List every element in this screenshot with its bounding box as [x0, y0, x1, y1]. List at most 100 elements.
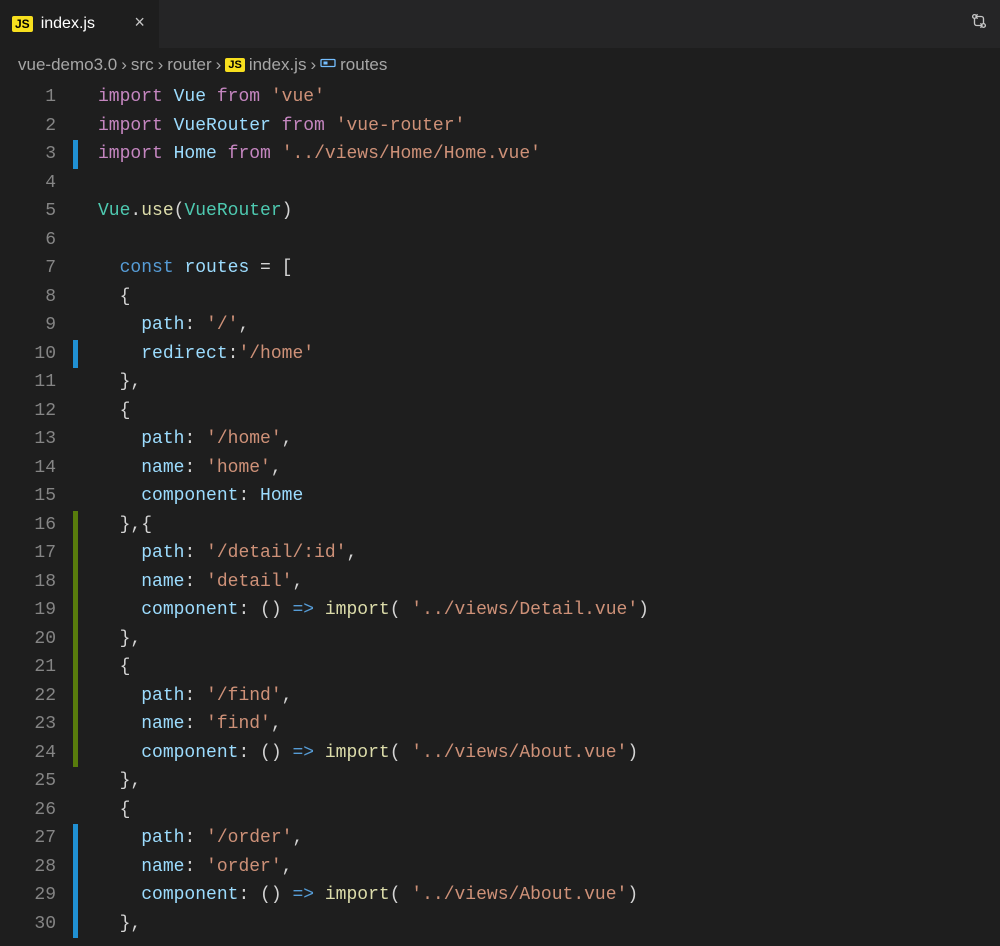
- diff-marker: [73, 340, 78, 369]
- code-line[interactable]: {: [98, 283, 1000, 312]
- line-numbers: 1234567891011121314151617181920212223242…: [0, 82, 62, 938]
- line-number: 4: [0, 169, 62, 198]
- close-icon[interactable]: ×: [134, 14, 145, 34]
- line-number: 15: [0, 482, 62, 511]
- diff-marker: [73, 796, 78, 825]
- line-number: 2: [0, 112, 62, 141]
- code-line[interactable]: const routes = [: [98, 254, 1000, 283]
- line-number: 28: [0, 853, 62, 882]
- variable-symbol-icon: [320, 55, 336, 75]
- code-line[interactable]: [98, 169, 1000, 198]
- line-number: 16: [0, 511, 62, 540]
- diff-marker: [73, 454, 78, 483]
- code-line[interactable]: },: [98, 910, 1000, 939]
- tab-bar: JS index.js ×: [0, 0, 1000, 48]
- diff-marker: [73, 682, 78, 711]
- line-number: 30: [0, 910, 62, 939]
- diff-marker: [73, 824, 78, 853]
- code-line[interactable]: component: Home: [98, 482, 1000, 511]
- line-number: 27: [0, 824, 62, 853]
- code-area[interactable]: import Vue from 'vue'import VueRouter fr…: [78, 82, 1000, 946]
- diff-markers: [73, 83, 78, 938]
- line-number: 3: [0, 140, 62, 169]
- diff-marker: [73, 254, 78, 283]
- line-number: 13: [0, 425, 62, 454]
- chevron-right-icon: ›: [216, 55, 222, 75]
- diff-marker: [73, 596, 78, 625]
- line-number: 20: [0, 625, 62, 654]
- code-line[interactable]: redirect:'/home': [98, 340, 1000, 369]
- diff-marker: [73, 739, 78, 768]
- line-number: 5: [0, 197, 62, 226]
- code-line[interactable]: component: () => import( '../views/About…: [98, 739, 1000, 768]
- code-line[interactable]: path: '/find',: [98, 682, 1000, 711]
- breadcrumb-file[interactable]: index.js: [249, 55, 307, 75]
- line-number: 19: [0, 596, 62, 625]
- code-line[interactable]: {: [98, 796, 1000, 825]
- diff-marker: [73, 83, 78, 112]
- js-file-icon: JS: [12, 16, 33, 32]
- code-line[interactable]: },: [98, 368, 1000, 397]
- diff-marker: [73, 311, 78, 340]
- line-number: 25: [0, 767, 62, 796]
- line-number: 6: [0, 226, 62, 255]
- line-number: 10: [0, 340, 62, 369]
- chevron-right-icon: ›: [310, 55, 316, 75]
- gutter: 1234567891011121314151617181920212223242…: [0, 82, 78, 946]
- diff-marker: [73, 568, 78, 597]
- breadcrumb-part[interactable]: src: [131, 55, 154, 75]
- tab-active[interactable]: JS index.js ×: [0, 0, 160, 48]
- line-number: 8: [0, 283, 62, 312]
- compare-changes-icon[interactable]: [970, 12, 988, 36]
- diff-marker: [73, 910, 78, 939]
- breadcrumb-symbol[interactable]: routes: [340, 55, 387, 75]
- breadcrumb-part[interactable]: router: [167, 55, 211, 75]
- code-line[interactable]: component: () => import( '../views/About…: [98, 881, 1000, 910]
- code-line[interactable]: path: '/home',: [98, 425, 1000, 454]
- code-line[interactable]: {: [98, 397, 1000, 426]
- line-number: 14: [0, 454, 62, 483]
- diff-marker: [73, 368, 78, 397]
- code-line[interactable]: name: 'home',: [98, 454, 1000, 483]
- diff-marker: [73, 853, 78, 882]
- diff-marker: [73, 112, 78, 141]
- breadcrumb-part[interactable]: vue-demo3.0: [18, 55, 117, 75]
- diff-marker: [73, 140, 78, 169]
- code-line[interactable]: component: () => import( '../views/Detai…: [98, 596, 1000, 625]
- breadcrumbs[interactable]: vue-demo3.0 › src › router › JS index.js…: [0, 48, 1000, 82]
- code-line[interactable]: name: 'order',: [98, 853, 1000, 882]
- diff-marker: [73, 767, 78, 796]
- diff-marker: [73, 283, 78, 312]
- code-line[interactable]: path: '/detail/:id',: [98, 539, 1000, 568]
- line-number: 18: [0, 568, 62, 597]
- diff-marker: [73, 169, 78, 198]
- code-line[interactable]: {: [98, 653, 1000, 682]
- diff-marker: [73, 197, 78, 226]
- code-line[interactable]: },: [98, 625, 1000, 654]
- code-line[interactable]: },: [98, 767, 1000, 796]
- diff-marker: [73, 653, 78, 682]
- diff-marker: [73, 226, 78, 255]
- code-line[interactable]: import VueRouter from 'vue-router': [98, 112, 1000, 141]
- line-number: 17: [0, 539, 62, 568]
- editor[interactable]: 1234567891011121314151617181920212223242…: [0, 82, 1000, 946]
- diff-marker: [73, 539, 78, 568]
- chevron-right-icon: ›: [121, 55, 127, 75]
- diff-marker: [73, 482, 78, 511]
- code-line[interactable]: path: '/order',: [98, 824, 1000, 853]
- code-line[interactable]: path: '/',: [98, 311, 1000, 340]
- line-number: 1: [0, 83, 62, 112]
- code-line[interactable]: [98, 226, 1000, 255]
- code-line[interactable]: import Home from '../views/Home/Home.vue…: [98, 140, 1000, 169]
- diff-marker: [73, 425, 78, 454]
- line-number: 7: [0, 254, 62, 283]
- code-line[interactable]: },{: [98, 511, 1000, 540]
- diff-marker: [73, 625, 78, 654]
- line-number: 26: [0, 796, 62, 825]
- code-line[interactable]: import Vue from 'vue': [98, 83, 1000, 112]
- js-file-icon: JS: [225, 58, 244, 72]
- code-line[interactable]: name: 'find',: [98, 710, 1000, 739]
- code-line[interactable]: name: 'detail',: [98, 568, 1000, 597]
- code-line[interactable]: Vue.use(VueRouter): [98, 197, 1000, 226]
- chevron-right-icon: ›: [158, 55, 164, 75]
